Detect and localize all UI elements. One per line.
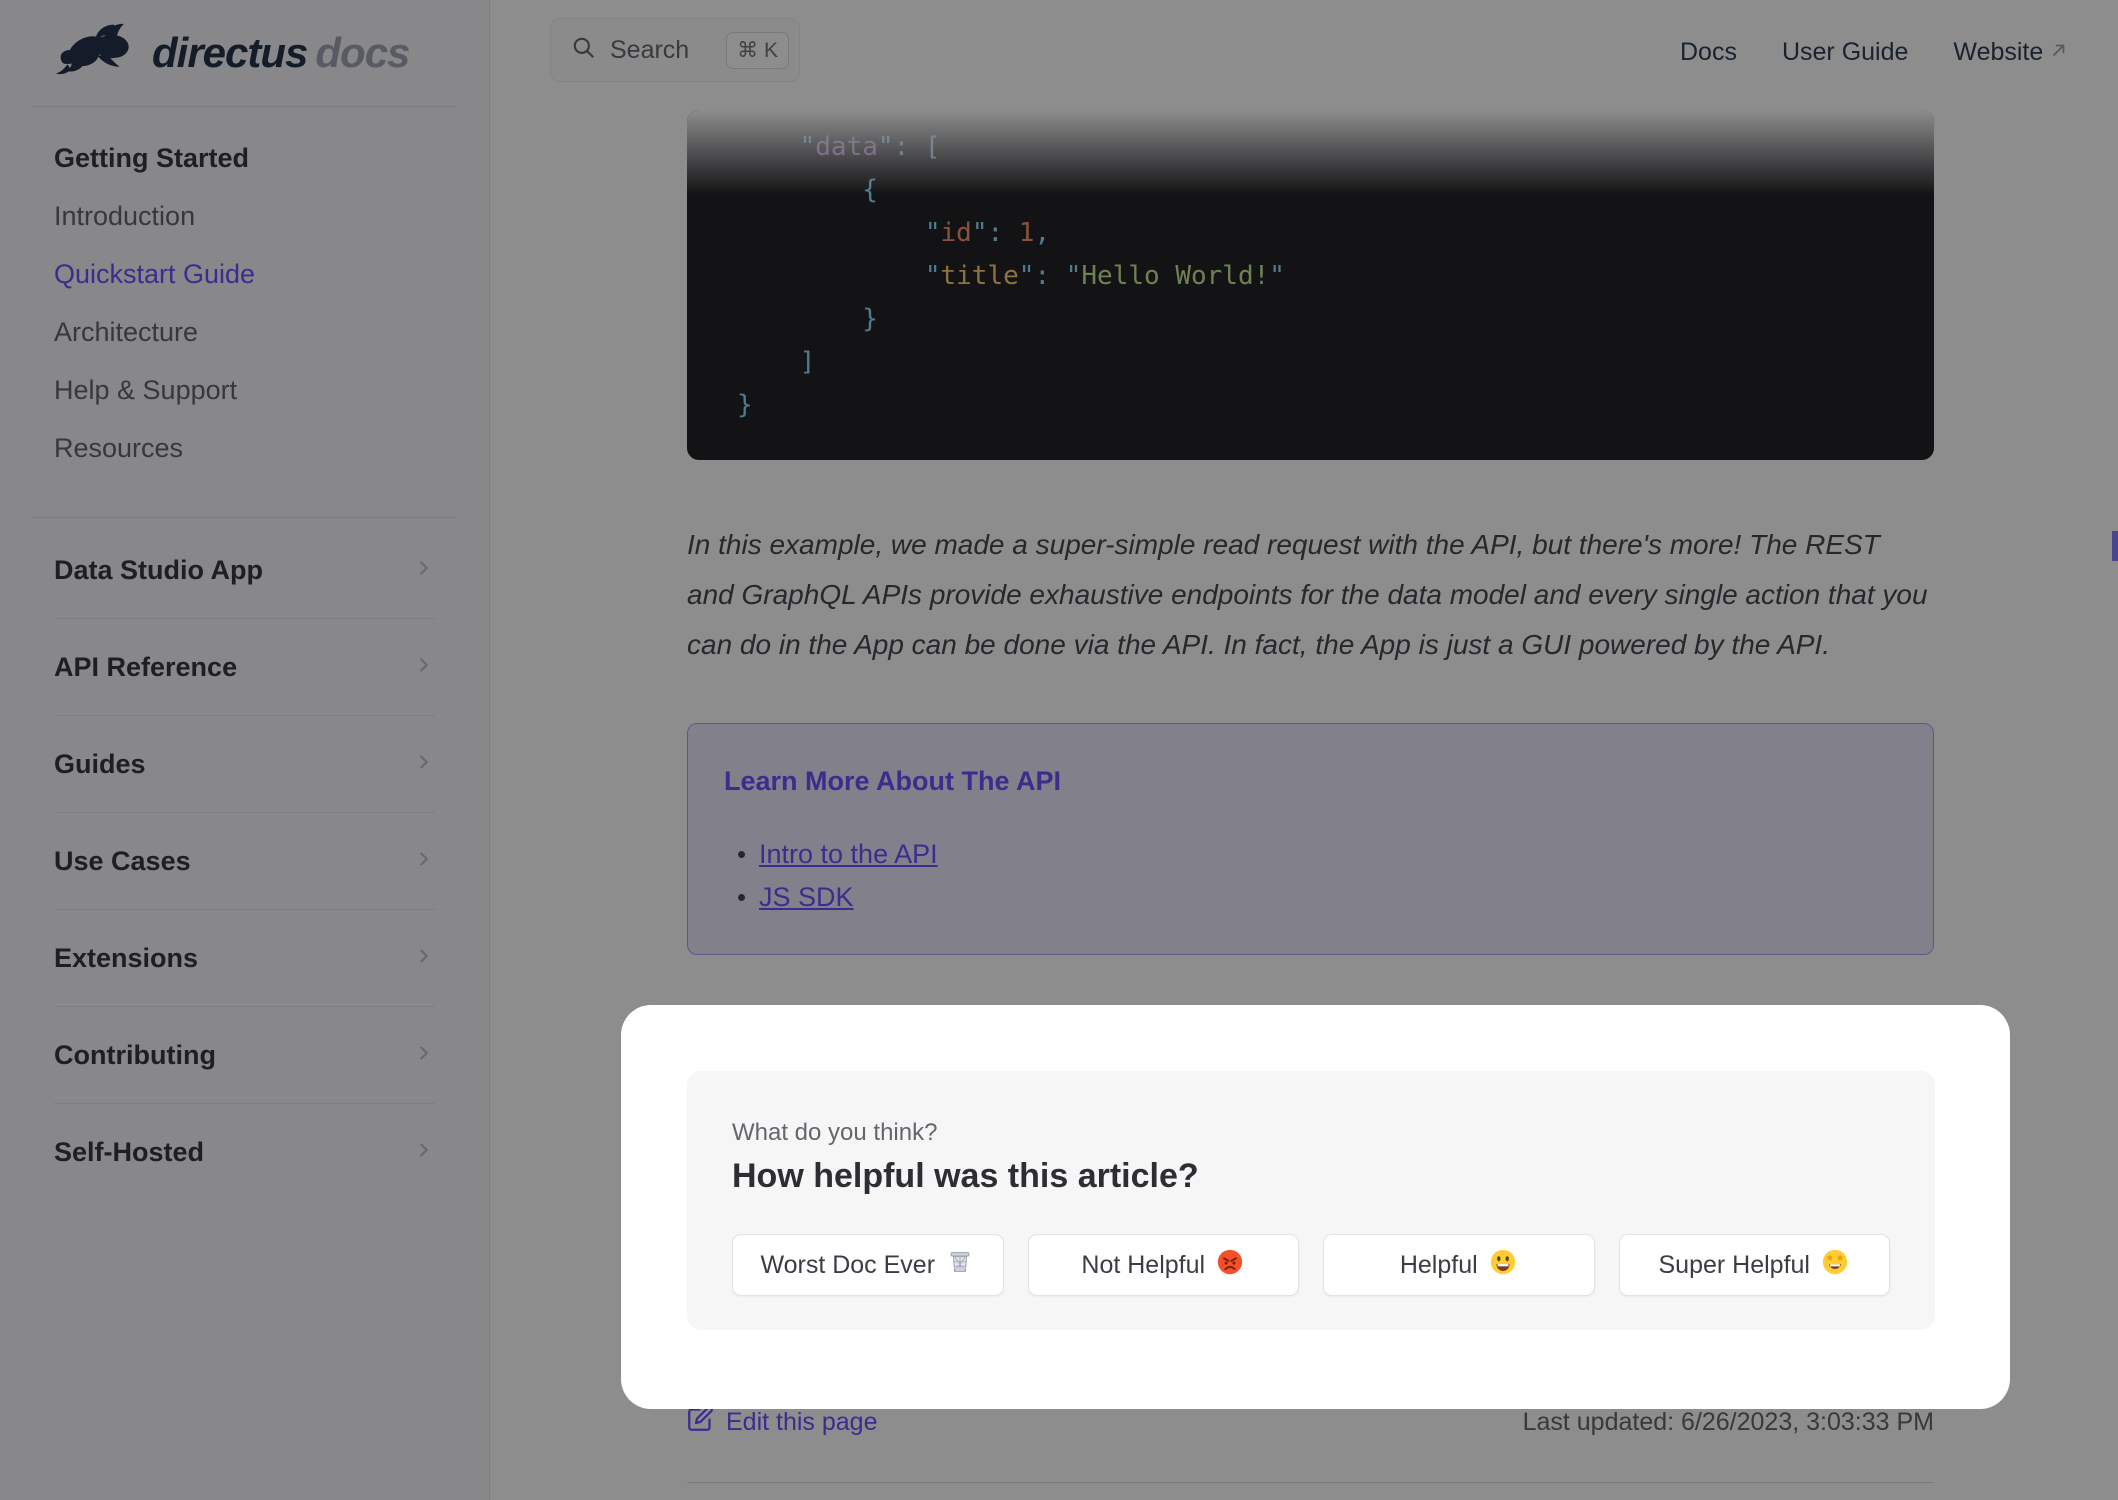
enraged-face-emoji-icon [1215, 1247, 1245, 1284]
feedback-button-not-helpful[interactable]: Not Helpful [1027, 1234, 1299, 1296]
feedback-kicker: What do you think? [732, 1119, 938, 1146]
feedback-button-helpful[interactable]: Helpful [1323, 1234, 1595, 1296]
feedback-spotlight: What do you think? How helpful was this … [621, 1005, 2010, 1409]
page: directus docs Getting Started Introductio… [0, 0, 2118, 1500]
star-struck-emoji-icon [1820, 1247, 1850, 1284]
feedback-button-worst-doc-ever[interactable]: Worst Doc Ever [732, 1234, 1004, 1296]
grinning-face-emoji-icon [1488, 1247, 1518, 1284]
feedback-button-label: Worst Doc Ever [760, 1250, 936, 1279]
feedback-card: What do you think? How helpful was this … [687, 1071, 1935, 1330]
feedback-buttons: Worst Doc Ever Not Helpful Helpful Super… [732, 1234, 1890, 1296]
feedback-button-super-helpful[interactable]: Super Helpful [1618, 1234, 1890, 1296]
feedback-button-label: Super Helpful [1658, 1250, 1810, 1279]
wastebasket-emoji-icon [945, 1247, 975, 1284]
feedback-title: How helpful was this article? [732, 1157, 1199, 1195]
feedback-button-label: Helpful [1399, 1250, 1478, 1279]
feedback-button-label: Not Helpful [1081, 1250, 1206, 1279]
